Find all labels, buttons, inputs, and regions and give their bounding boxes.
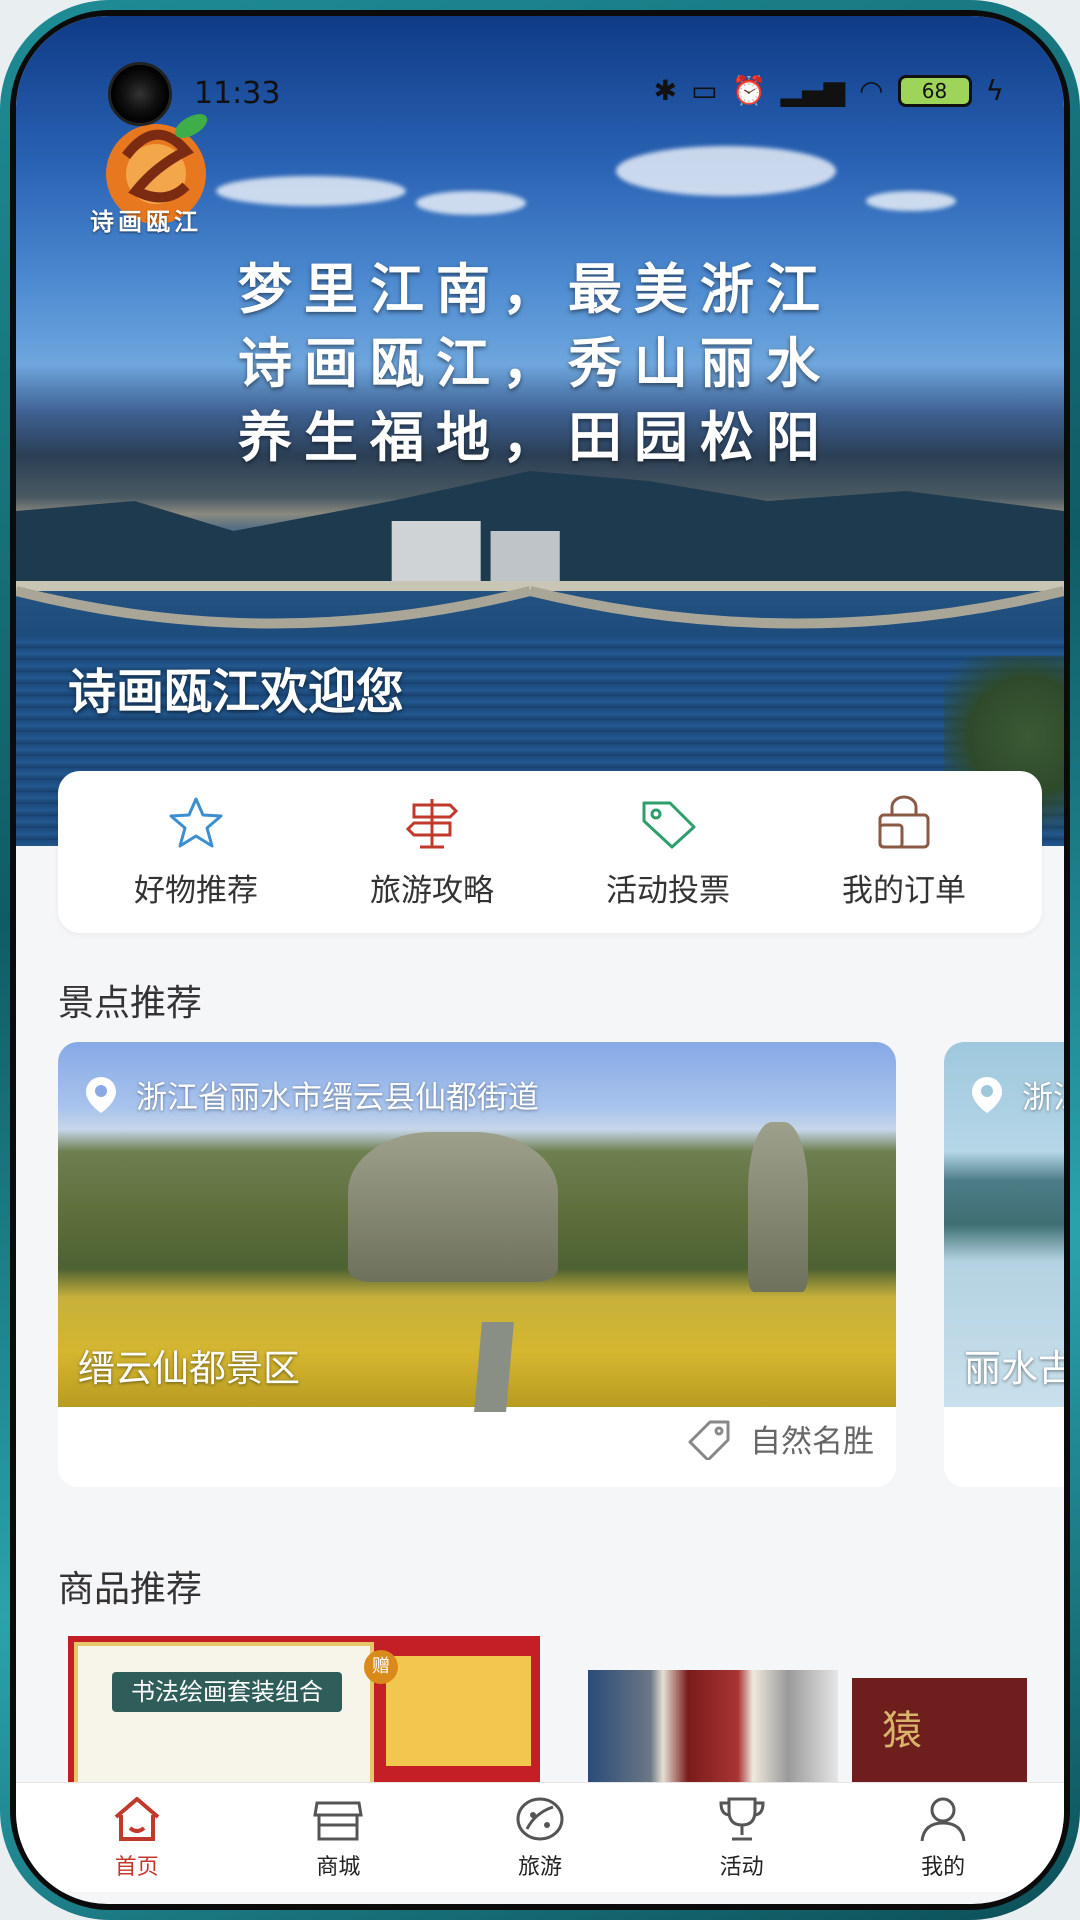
product-card[interactable]: 书法绘画套装组合 赠 [68, 1636, 540, 1786]
charging-icon: ϟ [985, 74, 1004, 107]
poem-line: 诗画瓯江，秀山丽水 [238, 331, 832, 395]
scenic-location-text: 浙江省丽水市缙云县仙都街道 [136, 1080, 539, 1116]
nav-travel[interactable]: 旅游 [460, 1795, 620, 1881]
scenic-card[interactable]: 浙江省丽水市缙云县仙都街道 缙云仙都景区 自然名胜 [58, 1042, 896, 1487]
store-icon [313, 1801, 364, 1840]
vibrate-icon: ▭ [691, 74, 718, 107]
quick-action-label: 活动投票 [606, 872, 730, 909]
cloud [616, 146, 836, 196]
products-row: 书法绘画套装组合 赠 猿 [68, 1636, 1064, 1798]
bottom-nav: 首页 商城 旅游 活动 我的 [16, 1782, 1064, 1892]
nav-home[interactable]: 首页 [57, 1795, 217, 1881]
location-pin-icon [86, 1076, 116, 1113]
quick-action-vote[interactable]: 活动投票 [558, 795, 778, 910]
quick-action-recommend[interactable]: 好物推荐 [86, 795, 306, 910]
signpost-icon [405, 798, 459, 848]
product-banner: 书法绘画套装组合 [112, 1672, 342, 1712]
nav-label: 首页 [114, 1854, 159, 1880]
scenic-name: 缙云仙都景区 [78, 1347, 300, 1390]
status-icons: ✱ ▭ ⏰ ▂▄▆ ◠ 68 ϟ [654, 74, 1004, 107]
product-card[interactable] [588, 1670, 838, 1790]
bluetooth-icon: ✱ [653, 74, 678, 107]
poem-line: 梦里江南，最美浙江 [238, 257, 832, 321]
wifi-icon: ◠ [859, 74, 884, 107]
alarm-icon: ⏰ [731, 74, 767, 107]
product-text: 猿 [882, 1708, 922, 1754]
stone-pillar [748, 1122, 808, 1292]
quick-action-guide[interactable]: 旅游攻略 [322, 795, 542, 910]
mountain-silhouette [16, 471, 1064, 591]
scenic-photo: 浙江 丽水古 [944, 1042, 1064, 1407]
product-card[interactable]: 猿 [852, 1678, 1027, 1798]
signal-icon: ▂▄▆ [780, 74, 846, 107]
quick-action-orders[interactable]: 我的订单 [794, 795, 1014, 910]
shopping-bag-icon [878, 795, 930, 848]
scenic-location-text: 浙江 [1022, 1080, 1064, 1116]
tag-icon [642, 801, 696, 848]
trophy-icon [719, 1797, 765, 1840]
scenic-photo: 浙江省丽水市缙云县仙都街道 缙云仙都景区 [58, 1042, 896, 1412]
welcome-title: 诗画瓯江欢迎您 [68, 664, 405, 720]
nav-store[interactable]: 商城 [258, 1795, 418, 1881]
poem-line: 养生福地，田园松阳 [238, 405, 832, 469]
scenic-card[interactable]: 浙江 丽水古 [944, 1042, 1064, 1487]
travel-icon [516, 1797, 564, 1840]
section-title-scenic: 景点推荐 [58, 983, 203, 1024]
nav-activity[interactable]: 活动 [662, 1795, 822, 1881]
quick-actions-card: 好物推荐 旅游攻略 活动投票 我的订单 [58, 771, 1042, 933]
product-image-detail [386, 1656, 531, 1766]
quick-action-label: 我的订单 [842, 872, 966, 909]
scenic-tag: 自然名胜 [686, 1416, 874, 1461]
scenic-location: 浙江省丽水市缙云县仙都街道 [84, 1072, 539, 1117]
home-icon [114, 1796, 160, 1841]
field-path [474, 1322, 514, 1412]
battery-icon: 68 [897, 74, 972, 107]
gift-badge: 赠 [364, 1650, 398, 1684]
product-image: 书法绘画套装组合 [74, 1642, 374, 1786]
section-title-products: 商品推荐 [58, 1569, 203, 1610]
logo-caption: 诗画瓯江 [90, 207, 202, 236]
front-camera [108, 62, 172, 126]
status-time: 11:33 [194, 76, 281, 111]
quick-action-label: 好物推荐 [134, 872, 258, 909]
tag-icon [688, 1420, 730, 1460]
scenic-name: 丽水古 [964, 1347, 1064, 1390]
hero-poem: 梦里江南，最美浙江 诗画瓯江，秀山丽水 养生福地，田园松阳 [238, 252, 832, 474]
nav-profile[interactable]: 我的 [863, 1795, 1023, 1881]
location-pin-icon [972, 1076, 1002, 1113]
cloud [866, 191, 956, 211]
screen: 诗画瓯江 梦里江南，最美浙江 诗画瓯江，秀山丽水 养生福地，田园松阳 诗画瓯江欢… [16, 16, 1064, 1904]
nav-label: 活动 [719, 1854, 764, 1880]
star-icon [169, 797, 223, 847]
scenic-tag-text: 自然名胜 [750, 1424, 874, 1460]
battery-level: 68 [921, 78, 948, 103]
nav-label: 商城 [316, 1854, 361, 1880]
cloud [416, 191, 526, 215]
nav-label: 旅游 [517, 1854, 562, 1880]
quick-action-label: 旅游攻略 [370, 872, 494, 909]
user-icon [920, 1797, 966, 1841]
scenic-location: 浙江 [970, 1072, 1064, 1117]
nav-label: 我的 [921, 1854, 966, 1880]
hero-banner[interactable]: 诗画瓯江 梦里江南，最美浙江 诗画瓯江，秀山丽水 养生福地，田园松阳 诗画瓯江欢… [16, 16, 1064, 846]
phone-frame: 诗画瓯江 梦里江南，最美浙江 诗画瓯江，秀山丽水 养生福地，田园松阳 诗画瓯江欢… [0, 0, 1080, 1920]
phone-bezel: 诗画瓯江 梦里江南，最美浙江 诗画瓯江，秀山丽水 养生福地，田园松阳 诗画瓯江欢… [10, 10, 1070, 1910]
mountain-rock [348, 1132, 558, 1282]
cloud [216, 176, 406, 206]
